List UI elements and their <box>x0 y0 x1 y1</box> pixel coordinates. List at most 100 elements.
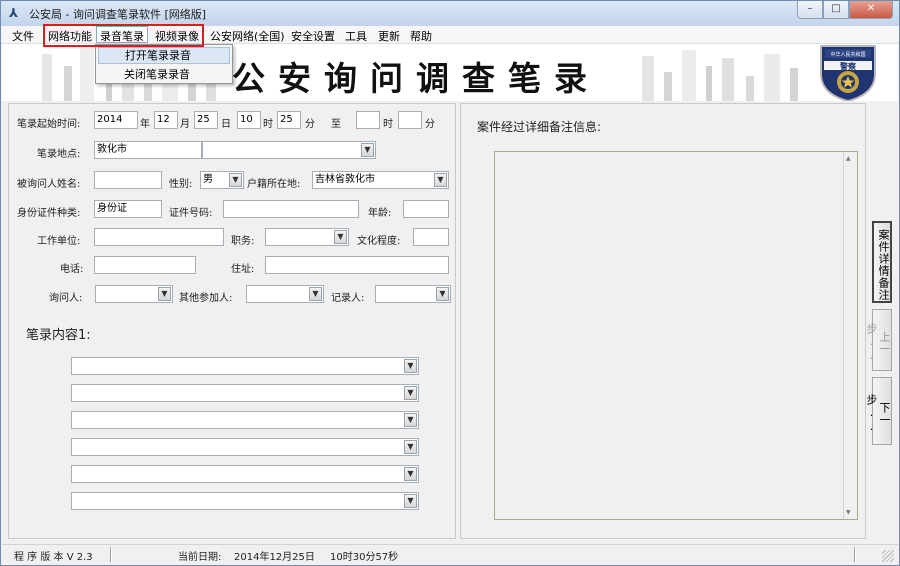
workplace-label: 工作单位: <box>37 236 81 247</box>
chevron-down-icon: ▼ <box>361 143 374 157</box>
day-input[interactable]: 25 <box>194 111 218 129</box>
prev-step-button[interactable]: 上一步.. <box>865 309 892 371</box>
others-select[interactable]: ▼ <box>246 285 324 303</box>
scroll-up-icon[interactable]: ▲ <box>846 155 851 162</box>
content-row-1[interactable]: ▼ <box>71 357 419 375</box>
to-label: 至 <box>331 119 341 130</box>
id-type-label: 身份证件种类: <box>17 208 81 219</box>
recorder-label: 记录人: <box>331 293 365 304</box>
start-time-label: 笔录起始时间: <box>17 119 81 130</box>
chevron-down-icon: ▼ <box>334 230 347 244</box>
others-label: 其他参加人: <box>179 293 233 304</box>
end-hour-input[interactable] <box>356 111 380 129</box>
window-controls: – □ ✕ <box>797 1 893 20</box>
time-value: 10时30分57秒 <box>330 552 399 563</box>
chevron-down-icon: ▼ <box>404 386 417 400</box>
education-input[interactable] <box>413 228 449 246</box>
banner-title: 公安询问调查笔录 <box>232 59 600 98</box>
minimize-button[interactable]: – <box>797 1 823 19</box>
month-input[interactable]: 12 <box>154 111 178 129</box>
recorder-select[interactable]: ▼ <box>375 285 451 303</box>
month-unit: 月 <box>180 119 190 130</box>
hour-unit: 时 <box>263 119 273 130</box>
location-input[interactable]: 敦化市 <box>94 141 202 159</box>
id-type-input[interactable]: 身份证 <box>94 200 162 218</box>
end-hour-unit: 时 <box>383 119 393 130</box>
content-row-3[interactable]: ▼ <box>71 411 419 429</box>
chevron-down-icon: ▼ <box>158 287 171 301</box>
location-combo[interactable]: ▼ <box>202 141 376 159</box>
police-badge-icon: 中华人民共和国 警察 <box>820 45 876 101</box>
window-title: 公安局 - 询问调查笔录软件 [网络版] <box>29 8 207 21</box>
position-select[interactable]: ▼ <box>265 228 349 246</box>
chevron-down-icon: ▼ <box>404 494 417 508</box>
chevron-down-icon: ▼ <box>434 173 447 187</box>
content-row-4[interactable]: ▼ <box>71 438 419 456</box>
chevron-down-icon: ▼ <box>404 359 417 373</box>
menu-open-audio[interactable]: 打开笔录录音 <box>98 47 230 64</box>
menu-tools[interactable]: 工具 <box>343 28 369 44</box>
notes-scrollbar[interactable]: ▲ ▼ <box>843 152 857 519</box>
menu-file[interactable]: 文件 <box>10 28 36 44</box>
interrogator-select[interactable]: ▼ <box>95 285 173 303</box>
case-details-button[interactable]: 案件详情备注 <box>872 221 892 303</box>
chevron-down-icon: ▼ <box>309 287 322 301</box>
case-notes-panel: 案件经过详细备注信息: ▲ ▼ <box>460 103 866 539</box>
gender-select[interactable]: 男 ▼ <box>200 171 244 189</box>
close-icon: ✕ <box>866 3 876 14</box>
maximize-icon: □ <box>831 3 841 14</box>
menu-security[interactable]: 安全设置 <box>289 28 337 44</box>
minimize-icon: – <box>807 3 813 14</box>
chevron-down-icon: ▼ <box>404 413 417 427</box>
chevron-down-icon: ▼ <box>229 173 242 187</box>
case-notes-textarea[interactable]: ▲ ▼ <box>494 151 858 520</box>
next-step-button[interactable]: 下一步.. <box>865 377 892 445</box>
address-label: 住址: <box>231 264 255 275</box>
app-logo-icon: ⅄ <box>9 6 19 20</box>
name-label: 被询问人姓名: <box>17 179 81 190</box>
content-title: 笔录内容1: <box>26 328 91 343</box>
minute-input[interactable]: 25 <box>277 111 301 129</box>
end-minute-input[interactable] <box>398 111 422 129</box>
menu-police-network[interactable]: 公安网络(全国) <box>208 28 287 44</box>
year-unit: 年 <box>140 119 150 130</box>
gender-label: 性别: <box>169 179 193 190</box>
phone-label: 电话: <box>60 264 84 275</box>
address-input[interactable] <box>265 256 449 274</box>
phone-input[interactable] <box>94 256 196 274</box>
location-label: 笔录地点: <box>37 149 81 160</box>
content-row-6[interactable]: ▼ <box>71 492 419 510</box>
year-input[interactable]: 2014 <box>94 111 138 129</box>
content-row-5[interactable]: ▼ <box>71 465 419 483</box>
name-input[interactable] <box>94 171 162 189</box>
maximize-button[interactable]: □ <box>823 1 849 19</box>
residence-label: 户籍所在地: <box>247 179 301 190</box>
menu-close-audio[interactable]: 关闭笔录录音 <box>98 66 230 83</box>
workplace-input[interactable] <box>94 228 224 246</box>
minute-unit: 分 <box>305 119 315 130</box>
menu-help[interactable]: 帮助 <box>408 28 434 44</box>
close-button[interactable]: ✕ <box>849 1 893 19</box>
chevron-down-icon: ▼ <box>404 440 417 454</box>
end-minute-unit: 分 <box>425 119 435 130</box>
scroll-down-icon[interactable]: ▼ <box>846 509 851 516</box>
day-unit: 日 <box>221 119 231 130</box>
id-number-input[interactable] <box>223 200 359 218</box>
age-input[interactable] <box>403 200 449 218</box>
resize-grip-icon[interactable] <box>882 550 894 562</box>
menu-update[interactable]: 更新 <box>376 28 402 44</box>
gender-value: 男 <box>203 174 213 185</box>
highlight-box <box>43 24 204 47</box>
notes-label: 案件经过详细备注信息: <box>477 120 602 134</box>
id-number-label: 证件号码: <box>169 208 213 219</box>
content-row-2[interactable]: ▼ <box>71 384 419 402</box>
version-text: 程 序 版 本 V 2.3 <box>14 552 93 563</box>
age-label: 年龄: <box>368 208 392 219</box>
record-form-panel: 笔录起始时间: 2014 年 12 月 25 日 10 时 25 分 至 时 分… <box>8 103 456 539</box>
title-bar: ⅄ 公安局 - 询问调查笔录软件 [网络版] – □ ✕ <box>1 1 899 26</box>
residence-select[interactable]: 吉林省敦化市 ▼ <box>312 171 449 189</box>
chevron-down-icon: ▼ <box>404 467 417 481</box>
hour-input[interactable]: 10 <box>237 111 261 129</box>
audio-record-menu: 打开笔录录音 关闭笔录录音 <box>95 44 233 84</box>
interrogator-label: 询问人: <box>49 293 83 304</box>
